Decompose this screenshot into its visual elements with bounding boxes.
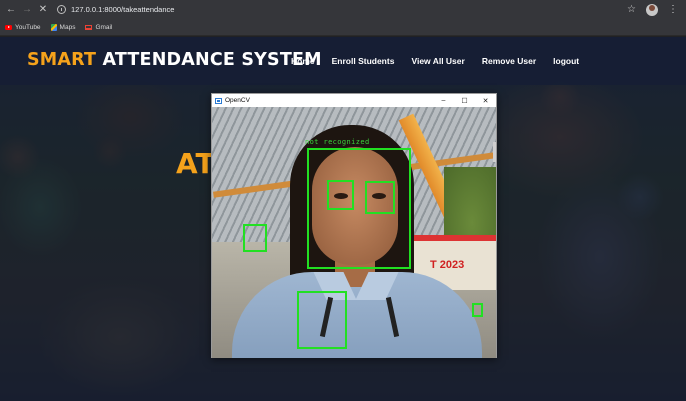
main-menu: Home Enroll Students View All User Remov…: [291, 56, 579, 66]
left-eye-detection-box: [327, 180, 354, 210]
bookmark-label: YouTube: [15, 23, 41, 31]
browser-toolbar: ← → ✕ 127.0.0.1:8000/takeattendance ☆ ⋮: [0, 0, 686, 19]
false-detection-box: [472, 303, 483, 317]
youtube-icon: [5, 24, 12, 30]
site-brand[interactable]: SMART ATTENDANCE SYSTEM: [27, 50, 322, 70]
brand-rest: ATTENDANCE SYSTEM: [102, 50, 322, 70]
camera-frame: T 2023 not recognized: [212, 107, 496, 358]
opencv-titlebar[interactable]: OpenCV – ☐ ✕: [212, 94, 496, 107]
nav-view-all-user[interactable]: View All User: [411, 56, 464, 66]
address-bar[interactable]: 127.0.0.1:8000/takeattendance: [57, 3, 627, 17]
banner-text: T 2023: [430, 259, 465, 271]
bookmark-star-icon[interactable]: ☆: [627, 4, 636, 15]
opencv-app-icon: [215, 97, 222, 104]
bookmark-maps[interactable]: Maps: [50, 23, 76, 31]
nav-home[interactable]: Home: [291, 56, 315, 66]
gmail-icon: [85, 24, 93, 30]
site-info-icon[interactable]: [57, 5, 66, 14]
site-navbar: SMART ATTENDANCE SYSTEM Home Enroll Stud…: [0, 37, 686, 85]
back-arrow-icon[interactable]: ←: [3, 2, 19, 18]
brand-accent: SMART: [27, 50, 97, 70]
false-detection-box: [243, 224, 267, 252]
bookmark-label: Gmail: [95, 23, 113, 31]
profile-avatar[interactable]: [646, 3, 658, 16]
browser-menu-icon[interactable]: ⋮: [668, 4, 678, 15]
scroll-handle[interactable]: [493, 142, 496, 162]
face-detection-box: [307, 148, 411, 269]
nav-enroll-students[interactable]: Enroll Students: [332, 56, 395, 66]
bookmark-youtube[interactable]: YouTube: [5, 24, 41, 31]
hero-title: AT: [176, 147, 215, 180]
opencv-window[interactable]: OpenCV – ☐ ✕ T 2023 not recognized: [211, 93, 497, 358]
nav-logout[interactable]: logout: [553, 56, 579, 66]
maximize-icon[interactable]: ☐: [454, 94, 475, 107]
maps-icon: [50, 23, 57, 31]
nav-remove-user[interactable]: Remove User: [482, 56, 536, 66]
opencv-title: OpenCV: [225, 97, 250, 104]
minimize-icon[interactable]: –: [433, 94, 454, 107]
right-eye-detection-box: [365, 181, 395, 214]
forward-arrow-icon[interactable]: →: [19, 2, 35, 18]
detection-label: not recognized: [305, 138, 370, 146]
bookmark-gmail[interactable]: Gmail: [85, 24, 112, 31]
bookmarks-bar: YouTube Maps Gmail: [0, 19, 686, 36]
bookmark-label: Maps: [59, 23, 76, 31]
url-text: 127.0.0.1:8000/takeattendance: [71, 5, 175, 14]
false-detection-box: [297, 291, 347, 349]
close-icon[interactable]: ✕: [475, 94, 496, 107]
stop-loading-icon[interactable]: ✕: [35, 2, 51, 18]
